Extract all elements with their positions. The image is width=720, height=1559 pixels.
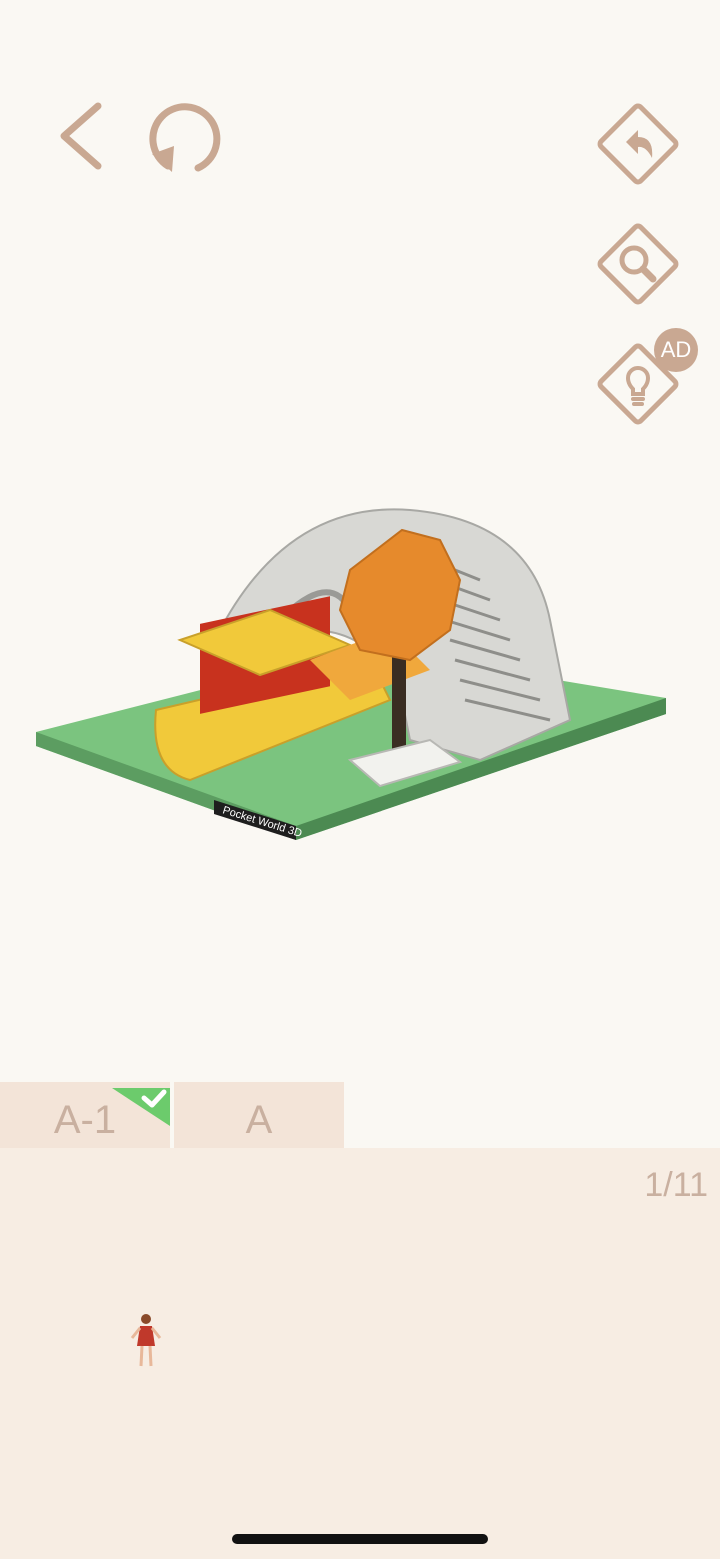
magnifier-icon [597,223,679,305]
home-indicator [232,1534,488,1544]
zoom-button[interactable] [590,216,686,312]
level-tabs: A-1 A [0,1082,720,1148]
back-button[interactable] [52,96,112,176]
person-piece[interactable] [128,1312,164,1370]
restart-button[interactable] [140,96,226,182]
page-counter: 1/11 [644,1166,708,1204]
tab-a-1[interactable]: A-1 [0,1082,170,1148]
ad-badge: AD [654,328,698,372]
undo-button[interactable] [590,96,686,192]
tree-trunk [392,650,406,760]
puzzle-scene[interactable]: Pocket World 3D [30,500,680,850]
tab-a[interactable]: A [174,1082,344,1148]
undo-icon [597,103,679,185]
piece-tray: 1/11 [0,1148,720,1559]
restart-icon [149,103,221,172]
checkmark-icon [112,1088,170,1126]
chevron-left-icon [60,102,102,170]
tab-a-label: A [245,1098,273,1142]
tab-a-1-label: A-1 [53,1098,117,1142]
